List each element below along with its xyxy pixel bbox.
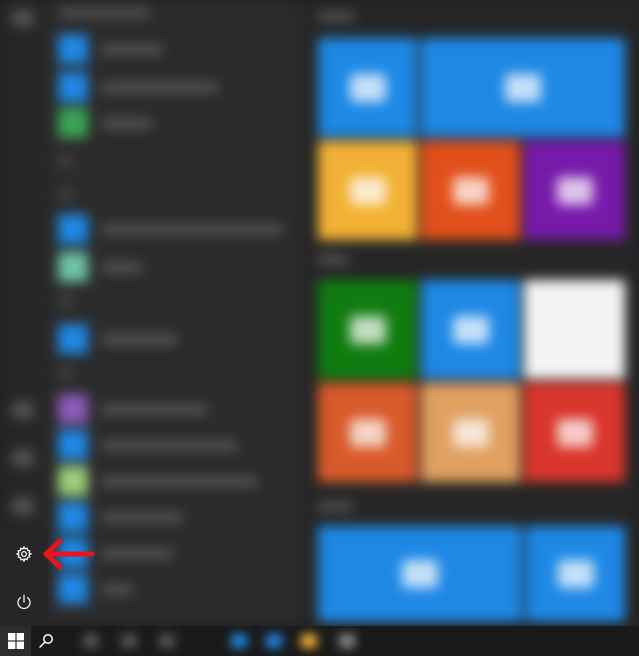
app-tile[interactable] [524,141,625,240]
app-icon [58,574,88,604]
app-label [102,263,142,272]
app-label [102,335,177,344]
section-letter [60,156,72,166]
app-icon [58,324,88,354]
app-tile[interactable] [421,383,520,482]
app-label [102,405,207,414]
tile-icon [349,176,386,205]
left-arrow-icon [43,538,95,570]
app-tile[interactable] [318,141,417,240]
app-icon [58,394,88,424]
most-used-heading [60,8,150,17]
section-letter [60,296,72,306]
app-list-item[interactable] [58,252,293,282]
section-letter [60,368,72,378]
tile-icon [452,176,489,205]
app-icon [58,466,88,496]
power-icon [17,594,31,609]
app-label [102,119,152,128]
hamburger-menu-icon [12,10,34,26]
app-icon [58,72,88,102]
power-button[interactable] [0,578,48,626]
app-list-item[interactable] [58,34,293,64]
app-tile[interactable] [524,383,625,482]
taskbar-app-icon[interactable] [231,634,247,648]
taskbar-app-icon[interactable] [339,634,355,648]
taskbar-app-icon[interactable] [266,634,282,648]
start-button[interactable] [0,626,31,656]
tile-icon [452,418,489,447]
app-list-item[interactable] [58,466,293,496]
taskbar-app-icon[interactable] [83,634,99,648]
tile-group-heading [318,502,352,511]
app-tile[interactable] [421,141,520,240]
app-label [102,477,257,486]
start-menu-screen [0,0,639,656]
pictures-icon [12,498,34,514]
tile-icon [349,315,386,344]
app-label [102,83,217,92]
taskbar [0,626,639,656]
app-icon [58,34,88,64]
app-list-item[interactable] [58,502,293,532]
tile-icon [557,560,594,588]
taskbar-apps [61,626,639,656]
app-list-item[interactable] [58,430,293,460]
taskbar-app-icon[interactable] [121,634,137,648]
app-icon [58,214,88,244]
app-tile[interactable] [318,526,522,622]
app-tile[interactable] [524,280,625,379]
app-icon [58,252,88,282]
user-account-icon [12,402,34,418]
search-button[interactable] [31,626,61,656]
documents-icon [12,450,34,466]
app-list-item[interactable] [58,108,293,138]
tile-icon [349,73,386,102]
app-list-item[interactable] [58,574,293,604]
app-label [102,225,282,234]
taskbar-app-icon[interactable] [159,634,175,648]
tile-icon [556,176,593,205]
gear-icon [15,545,33,563]
app-list-item[interactable] [58,324,293,354]
search-icon [39,634,53,648]
tile-icon [452,315,489,344]
app-list-item[interactable] [58,394,293,424]
app-icon [58,502,88,532]
windows-logo-icon [7,633,24,649]
tile-icon [505,73,541,102]
app-icon [58,108,88,138]
tile-icon [556,418,593,447]
app-tile[interactable] [421,38,625,137]
section-letter [60,190,72,200]
app-tile[interactable] [421,280,520,379]
app-list-item[interactable] [58,214,293,244]
tile-group-heading [318,12,354,21]
tile-icon [402,560,438,588]
app-label [102,585,132,594]
app-tile[interactable] [318,383,417,482]
app-tile[interactable] [526,526,625,622]
taskbar-app-icon[interactable] [301,634,317,648]
app-label [102,549,172,558]
app-label [102,45,162,54]
blurred-start-menu [0,0,639,626]
app-icon [58,430,88,460]
app-label [102,441,237,450]
tile-icon [349,418,386,447]
app-tile[interactable] [318,280,417,379]
tile-group-heading [318,255,348,264]
app-label [102,513,182,522]
app-tile[interactable] [318,38,417,137]
app-list-item[interactable] [58,72,293,102]
